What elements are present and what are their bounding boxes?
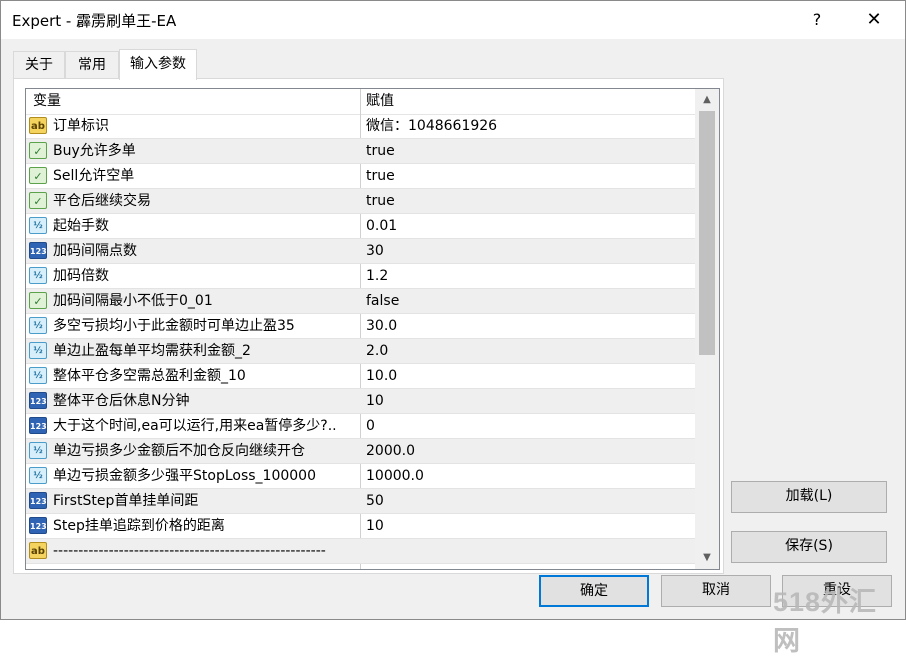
parameter-name: 加码间隔最小不低于0_01 [53, 293, 213, 309]
parameter-row[interactable]: ½ 整体平仓多空需总盈利金额_10 10.0 [26, 364, 695, 389]
parameter-name: 整体平仓后休息N分钟 [53, 393, 190, 409]
parameter-value[interactable]: 1.2 [366, 264, 388, 288]
bool-type-icon: ✓ [29, 192, 47, 209]
column-header-variable[interactable]: 变量 [33, 89, 61, 114]
double-type-icon: ½ [29, 342, 47, 359]
parameter-row[interactable]: 123 Step挂单追踪到价格的距离 10 [26, 514, 695, 539]
parameter-name: Sell允许空单 [53, 168, 135, 184]
parameter-value[interactable]: true [366, 164, 395, 188]
parameter-row[interactable]: ½ 加码倍数 1.2 [26, 264, 695, 289]
parameter-name: 订单标识 [53, 118, 109, 134]
cancel-button[interactable]: 取消 [661, 575, 771, 607]
parameter-name: 加码间隔点数 [53, 243, 137, 259]
parameter-name: 加码倍数 [53, 268, 109, 284]
parameter-row[interactable]: ½ 单边亏损多少金额后不加仓反向继续开仓 2000.0 [26, 439, 695, 464]
vertical-scrollbar[interactable]: ▲ ▼ [695, 89, 719, 569]
parameters-grid: 变量 赋值 ab 订单标识 微信：1048661926 ✓ Buy允许多单 true ✓ Se… [25, 88, 720, 570]
bool-type-icon: ✓ [29, 292, 47, 309]
parameter-value[interactable]: 30 [366, 239, 384, 263]
title-bar: Expert - 霹雳刷单王-EA ? ✕ [1, 1, 905, 39]
parameter-value[interactable]: 0.01 [366, 214, 397, 238]
integer-type-icon: 123 [29, 517, 47, 534]
parameter-value[interactable]: 10000.0 [366, 464, 424, 488]
parameter-name: 单边止盈每单平均需获利金额_2 [53, 343, 251, 359]
expert-dialog: Expert - 霹雳刷单王-EA ? ✕ 关于 常用 输入参数 变量 赋值 a… [0, 0, 906, 656]
string-type-icon: ab [29, 542, 47, 559]
parameter-value[interactable]: 2000.0 [366, 439, 415, 463]
parameter-row[interactable]: 123 FirstStep首单挂单间距 50 [26, 489, 695, 514]
parameter-name: 起始手数 [53, 218, 109, 234]
parameter-value[interactable]: 50 [366, 489, 384, 513]
parameter-row[interactable]: 123 加码间隔点数 30 [26, 239, 695, 264]
scroll-up-button[interactable]: ▲ [695, 89, 719, 111]
parameter-name: 单边亏损金额多少强平StopLoss_100000 [53, 468, 316, 484]
parameter-value[interactable]: 30.0 [366, 314, 397, 338]
parameter-name: FirstStep首单挂单间距 [53, 493, 199, 509]
parameter-name: ----------------------------------------… [53, 543, 326, 559]
parameter-row[interactable]: ✓ Sell允许空单 true [26, 164, 695, 189]
integer-type-icon: 123 [29, 392, 47, 409]
window-title: Expert - 霹雳刷单王-EA [12, 12, 177, 30]
parameter-value[interactable]: false [366, 289, 399, 313]
scroll-thumb[interactable] [699, 111, 715, 355]
bool-type-icon: ✓ [29, 167, 47, 184]
input-parameters-panel: 变量 赋值 ab 订单标识 微信：1048661926 ✓ Buy允许多单 true ✓ Se… [13, 78, 724, 574]
double-type-icon: ½ [29, 317, 47, 334]
parameter-value[interactable]: 2.0 [366, 339, 388, 363]
bool-type-icon: ✓ [29, 142, 47, 159]
parameter-name: 多空亏损均小于此金额时可单边止盈35 [53, 318, 295, 334]
tab-common[interactable]: 常用 [65, 51, 119, 79]
parameter-row[interactable]: ½ 单边亏损金额多少强平StopLoss_100000 10000.0 [26, 464, 695, 489]
parameter-name: 大于这个时间,ea可以运行,用来ea暂停多少?.. [53, 418, 337, 434]
parameter-value[interactable]: true [366, 189, 395, 213]
parameter-name: 单边亏损多少金额后不加仓反向继续开仓 [53, 443, 305, 459]
parameter-value[interactable]: 10 [366, 514, 384, 538]
double-type-icon: ½ [29, 367, 47, 384]
parameter-row[interactable]: ½ 单边止盈每单平均需获利金额_2 2.0 [26, 339, 695, 364]
integer-type-icon: 123 [29, 492, 47, 509]
parameter-name: 整体平仓多空需总盈利金额_10 [53, 368, 246, 384]
parameter-value[interactable]: true [366, 139, 395, 163]
tab-about[interactable]: 关于 [13, 51, 65, 79]
close-button[interactable]: ✕ [851, 1, 897, 39]
save-button[interactable]: 保存(S) [731, 531, 887, 563]
integer-type-icon: 123 [29, 242, 47, 259]
parameter-row[interactable]: ½ 起始手数 0.01 [26, 214, 695, 239]
parameter-row[interactable]: 123 大于这个时间,ea可以运行,用来ea暂停多少?.. 0 [26, 414, 695, 439]
scroll-down-button[interactable]: ▼ [695, 547, 719, 569]
parameter-value[interactable]: 10.0 [366, 364, 397, 388]
parameter-name: Step挂单追踪到价格的距离 [53, 518, 225, 534]
tab-input-parameters[interactable]: 输入参数 [119, 49, 197, 80]
double-type-icon: ½ [29, 267, 47, 284]
load-button[interactable]: 加载(L) [731, 481, 887, 513]
parameter-name: 平仓后继续交易 [53, 193, 151, 209]
parameter-row[interactable]: ✓ 加码间隔最小不低于0_01 false [26, 289, 695, 314]
column-header-value[interactable]: 赋值 [366, 89, 394, 114]
double-type-icon: ½ [29, 217, 47, 234]
parameter-row[interactable]: ½ 多空亏损均小于此金额时可单边止盈35 30.0 [26, 314, 695, 339]
parameter-value[interactable]: 0 [366, 414, 375, 438]
parameter-row[interactable]: 123 整体平仓后休息N分钟 10 [26, 389, 695, 414]
integer-type-icon: 123 [29, 417, 47, 434]
double-type-icon: ½ [29, 467, 47, 484]
double-type-icon: ½ [29, 442, 47, 459]
parameter-name: Buy允许多单 [53, 143, 136, 159]
string-type-icon: ab [29, 117, 47, 134]
watermark-logo: 518外汇网 [773, 587, 878, 656]
parameter-row[interactable]: ✓ Buy允许多单 true [26, 139, 695, 164]
parameter-row[interactable]: ab --------------------------------------… [26, 539, 695, 564]
parameter-row[interactable]: ab 订单标识 微信：1048661926 [26, 114, 695, 139]
help-button[interactable]: ? [794, 1, 840, 39]
parameter-row[interactable]: ✓ 平仓后继续交易 true [26, 189, 695, 214]
ok-button[interactable]: 确定 [539, 575, 649, 607]
parameter-value[interactable]: 微信：1048661926 [366, 114, 497, 138]
parameter-value[interactable]: 10 [366, 389, 384, 413]
